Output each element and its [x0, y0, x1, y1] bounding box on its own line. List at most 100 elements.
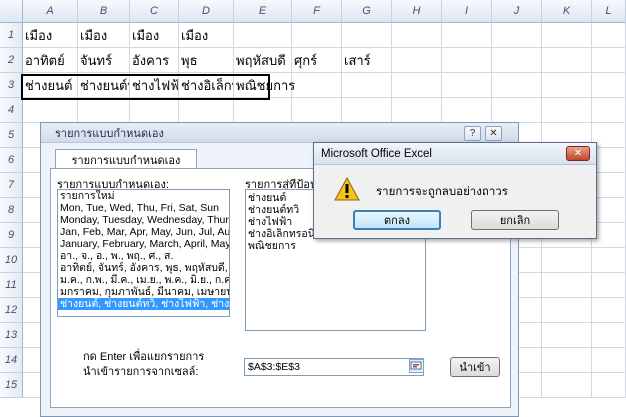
- row-header-15[interactable]: 15: [0, 373, 23, 398]
- row-header-14[interactable]: 14: [0, 348, 23, 373]
- cell-l1[interactable]: [592, 23, 626, 48]
- cell-b3[interactable]: ช่างยนต์ทวิ: [78, 73, 130, 98]
- cell-a3[interactable]: ช่างยนต์: [23, 73, 78, 98]
- cell-k1[interactable]: [542, 23, 592, 48]
- cell-k3[interactable]: [542, 73, 592, 98]
- tab-custom-lists[interactable]: รายการแบบกำหนดเอง: [55, 149, 197, 169]
- column-header-k[interactable]: K: [542, 0, 592, 23]
- custom-list-item[interactable]: ช่างยนต์, ช่างยนต์ทวิ, ช่างไฟฟ้า, ช่างอิ…: [58, 298, 229, 310]
- column-header-e[interactable]: E: [234, 0, 292, 23]
- column-header-l[interactable]: L: [592, 0, 626, 23]
- custom-lists-listbox[interactable]: รายการใหม่ Mon, Tue, Wed, Thu, Fri, Sat, …: [57, 189, 230, 317]
- cell-l2[interactable]: [592, 48, 626, 73]
- custom-list-item[interactable]: Mon, Tue, Wed, Thu, Fri, Sat, Sun: [58, 202, 229, 214]
- close-icon[interactable]: ✕: [485, 126, 502, 141]
- cell-j3[interactable]: [492, 73, 542, 98]
- column-header-j[interactable]: J: [492, 0, 542, 23]
- cell-l9[interactable]: [592, 223, 626, 248]
- cell-k2[interactable]: [542, 48, 592, 73]
- cell-h1[interactable]: [392, 23, 442, 48]
- row-header-3[interactable]: 3: [0, 73, 23, 98]
- cell-l11[interactable]: [592, 273, 626, 298]
- cell-d3[interactable]: ช่างอิเล็กทรอนิกส์: [179, 73, 234, 98]
- row-header-10[interactable]: 10: [0, 248, 23, 273]
- row-header-1[interactable]: 1: [0, 23, 23, 48]
- cell-g2[interactable]: เสาร์: [342, 48, 392, 73]
- cell-l10[interactable]: [592, 248, 626, 273]
- cell-e3[interactable]: พณิชยการ: [234, 73, 295, 98]
- row-header-11[interactable]: 11: [0, 273, 23, 298]
- cell-j2[interactable]: [492, 48, 542, 73]
- column-header-i[interactable]: I: [442, 0, 492, 23]
- row-header-9[interactable]: 9: [0, 223, 23, 248]
- import-range-input[interactable]: $A$3:$E$3: [244, 358, 424, 376]
- cell-d4[interactable]: [179, 98, 234, 123]
- select-all-corner[interactable]: [0, 0, 23, 23]
- cell-h4[interactable]: [392, 98, 442, 123]
- row-header-5[interactable]: 5: [0, 123, 23, 148]
- collapse-dialog-icon[interactable]: [409, 359, 424, 373]
- cell-e1[interactable]: [234, 23, 292, 48]
- cell-k15[interactable]: [542, 373, 592, 398]
- row-header-6[interactable]: 6: [0, 148, 23, 173]
- custom-lists-titlebar[interactable]: รายการแบบกำหนดเอง: [41, 123, 518, 143]
- cancel-button[interactable]: ยกเลิก: [471, 210, 559, 230]
- custom-list-item[interactable]: January, February, March, April, May: [58, 238, 229, 250]
- column-header-h[interactable]: H: [392, 0, 442, 23]
- column-header-f[interactable]: F: [292, 0, 342, 23]
- cell-e4[interactable]: [234, 98, 292, 123]
- cell-g1[interactable]: [342, 23, 392, 48]
- cell-l13[interactable]: [592, 323, 626, 348]
- row-header-12[interactable]: 12: [0, 298, 23, 323]
- column-header-c[interactable]: C: [130, 0, 179, 23]
- cell-k12[interactable]: [542, 298, 592, 323]
- msg-titlebar[interactable]: Microsoft Office Excel: [314, 143, 596, 165]
- cell-a4[interactable]: [23, 98, 78, 123]
- cell-i3[interactable]: [442, 73, 492, 98]
- cell-b1[interactable]: เมือง: [78, 23, 130, 48]
- row-header-8[interactable]: 8: [0, 198, 23, 223]
- cell-d1[interactable]: เมือง: [179, 23, 234, 48]
- custom-list-item[interactable]: ม.ค., ก.พ., มี.ค., เม.ย., พ.ค., มิ.ย., ก…: [58, 274, 229, 286]
- custom-list-item[interactable]: Jan, Feb, Mar, Apr, May, Jun, Jul, Au: [58, 226, 229, 238]
- cell-g4[interactable]: [342, 98, 392, 123]
- cell-e2[interactable]: พฤหัสบดี: [234, 48, 292, 73]
- cell-l6[interactable]: [592, 148, 626, 173]
- custom-list-item[interactable]: มกราคม, กุมภาพันธ์, มีนาคม, เมษายน, พฤษภ…: [58, 286, 229, 298]
- cell-a1[interactable]: เมือง: [23, 23, 78, 48]
- custom-list-item[interactable]: อา., จ., อ., พ., พฤ., ศ., ส.: [58, 250, 229, 262]
- cell-h3[interactable]: [392, 73, 442, 98]
- cell-l8[interactable]: [592, 198, 626, 223]
- row-header-2[interactable]: 2: [0, 48, 23, 73]
- cell-d2[interactable]: พุธ: [179, 48, 234, 73]
- cell-c2[interactable]: อังคาร: [130, 48, 179, 73]
- cell-c1[interactable]: เมือง: [130, 23, 179, 48]
- close-icon[interactable]: ✕: [566, 146, 590, 161]
- cell-i2[interactable]: [442, 48, 492, 73]
- cell-f2[interactable]: ศุกร์: [292, 48, 342, 73]
- column-header-a[interactable]: A: [23, 0, 78, 23]
- custom-list-item[interactable]: Monday, Tuesday, Wednesday, Thur: [58, 214, 229, 226]
- row-header-4[interactable]: 4: [0, 98, 23, 123]
- cell-l15[interactable]: [592, 373, 626, 398]
- column-header-b[interactable]: B: [78, 0, 130, 23]
- row-header-7[interactable]: 7: [0, 173, 23, 198]
- cell-b4[interactable]: [78, 98, 130, 123]
- cell-l5[interactable]: [592, 123, 626, 148]
- row-header-13[interactable]: 13: [0, 323, 23, 348]
- cell-k10[interactable]: [542, 248, 592, 273]
- cell-k4[interactable]: [542, 98, 592, 123]
- column-header-d[interactable]: D: [179, 0, 234, 23]
- cell-i4[interactable]: [442, 98, 492, 123]
- cell-k11[interactable]: [542, 273, 592, 298]
- cell-f1[interactable]: [292, 23, 342, 48]
- cell-l3[interactable]: [592, 73, 626, 98]
- cell-l4[interactable]: [592, 98, 626, 123]
- cell-b2[interactable]: จันทร์: [78, 48, 130, 73]
- ok-button[interactable]: ตกลง: [353, 210, 441, 230]
- cell-f4[interactable]: [292, 98, 342, 123]
- custom-list-item[interactable]: อาทิตย์, จันทร์, อังคาร, พุธ, พฤหัสบดี, …: [58, 262, 229, 274]
- cell-i1[interactable]: [442, 23, 492, 48]
- import-button[interactable]: นำเข้า: [450, 357, 500, 377]
- cell-a2[interactable]: อาทิตย์: [23, 48, 78, 73]
